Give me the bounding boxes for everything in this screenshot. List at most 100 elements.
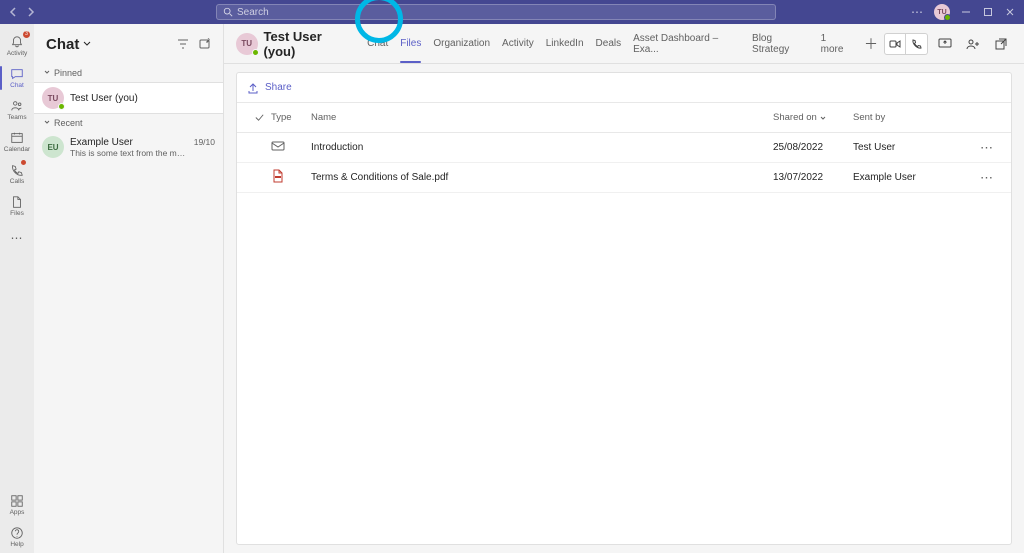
audio-call-button[interactable] xyxy=(906,33,928,55)
chat-item-name: Example User xyxy=(70,137,188,148)
bell-icon xyxy=(10,35,24,49)
phone-icon xyxy=(911,38,923,50)
add-people-icon xyxy=(966,37,980,51)
window-minimize-icon[interactable] xyxy=(960,6,972,18)
nav-back-icon[interactable] xyxy=(8,6,20,18)
rail-item-help[interactable]: Help xyxy=(0,521,34,553)
rail-label: Help xyxy=(10,541,23,548)
rail-item-chat[interactable]: Chat xyxy=(0,62,34,94)
search-box[interactable] xyxy=(216,4,776,20)
chat-item-recent[interactable]: EU Example User This is some text from t… xyxy=(34,132,223,162)
window-close-icon[interactable] xyxy=(1004,6,1016,18)
rail-item-files[interactable]: Files xyxy=(0,190,34,222)
file-name: Terms & Conditions of Sale.pdf xyxy=(311,172,773,183)
nav-forward-icon[interactable] xyxy=(24,6,36,18)
tab-files[interactable]: Files xyxy=(400,24,421,63)
files-panel: Share Type Name Shared on Sent by Introd… xyxy=(236,72,1012,545)
column-sent[interactable]: Sent by xyxy=(853,112,973,123)
teams-icon xyxy=(10,99,24,113)
share-screen-icon xyxy=(938,37,952,51)
chat-icon xyxy=(10,67,24,81)
column-name[interactable]: Name xyxy=(311,112,773,123)
rail-item-apps[interactable]: Apps xyxy=(0,489,34,521)
search-icon xyxy=(223,7,233,17)
rail-label: Apps xyxy=(10,509,25,516)
calendar-icon xyxy=(10,131,24,145)
new-chat-icon[interactable] xyxy=(199,38,211,50)
chat-header-avatar[interactable]: TU xyxy=(236,33,258,55)
row-more-button[interactable]: ⋯ xyxy=(973,140,1001,156)
window-maximize-icon[interactable] xyxy=(982,6,994,18)
titlebar-more-icon[interactable]: ⋯ xyxy=(911,5,924,19)
phone-icon xyxy=(10,163,24,177)
app-rail: 3 Activity Chat Teams Calendar Calls Fil… xyxy=(0,24,34,553)
chat-list-title[interactable]: Chat xyxy=(46,36,91,53)
mail-icon xyxy=(271,139,285,153)
rail-item-more[interactable]: ⋯ xyxy=(0,222,34,254)
rail-label: Chat xyxy=(10,82,24,89)
ellipsis-icon: ⋯ xyxy=(11,231,24,245)
rail-label: Activity xyxy=(7,50,28,57)
tab-organization[interactable]: Organization xyxy=(433,24,490,63)
calls-badge xyxy=(21,160,26,165)
avatar: EU xyxy=(42,136,64,158)
pdf-icon xyxy=(271,169,285,183)
chat-header: TU Test User (you) Chat Files Organizati… xyxy=(224,24,1024,64)
avatar: TU xyxy=(42,87,64,109)
tab-activity[interactable]: Activity xyxy=(502,24,534,63)
section-recent[interactable]: Recent xyxy=(34,114,223,132)
tab-asset-dashboard[interactable]: Asset Dashboard – Exa... xyxy=(633,24,740,63)
tab-chat[interactable]: Chat xyxy=(367,24,388,63)
row-more-button[interactable]: ⋯ xyxy=(973,170,1001,186)
rail-label: Teams xyxy=(7,114,26,121)
share-icon xyxy=(247,82,259,94)
chat-item-name: Test User (you) xyxy=(70,93,215,104)
add-tab-button[interactable]: ＋ xyxy=(864,34,878,54)
rail-label: Calls xyxy=(10,178,24,185)
popout-button[interactable] xyxy=(990,33,1012,55)
chevron-down-icon xyxy=(44,70,50,76)
user-avatar[interactable]: TU xyxy=(934,4,950,20)
table-row[interactable]: Terms & Conditions of Sale.pdf 13/07/202… xyxy=(237,163,1011,193)
files-table-header: Type Name Shared on Sent by xyxy=(237,103,1011,133)
popout-icon xyxy=(994,37,1008,51)
activity-badge: 3 xyxy=(23,31,30,38)
rail-item-calendar[interactable]: Calendar xyxy=(0,126,34,158)
video-icon xyxy=(889,38,901,50)
file-name: Introduction xyxy=(311,142,773,153)
add-people-button[interactable] xyxy=(962,33,984,55)
search-input[interactable] xyxy=(237,7,769,18)
check-icon[interactable] xyxy=(254,112,265,123)
chat-tabs: Chat Files Organization Activity LinkedI… xyxy=(367,24,878,63)
chevron-down-icon xyxy=(44,120,50,126)
filter-icon[interactable] xyxy=(177,38,189,50)
tab-deals[interactable]: Deals xyxy=(596,24,622,63)
share-screen-button[interactable] xyxy=(934,33,956,55)
chevron-down-icon xyxy=(83,40,91,48)
column-type[interactable]: Type xyxy=(271,112,311,123)
chat-header-name: Test User (you) xyxy=(264,29,356,59)
chat-list-panel: Chat Pinned TU Test User (you) Recent EU… xyxy=(34,24,224,553)
apps-icon xyxy=(10,494,24,508)
tab-linkedin[interactable]: LinkedIn xyxy=(546,24,584,63)
file-sent-by: Example User xyxy=(853,172,973,183)
title-bar: ⋯ TU xyxy=(0,0,1024,24)
file-sent-by: Test User xyxy=(853,142,973,153)
tab-blog-strategy[interactable]: Blog Strategy xyxy=(752,24,809,63)
sort-down-icon xyxy=(819,114,827,122)
rail-item-teams[interactable]: Teams xyxy=(0,94,34,126)
section-pinned[interactable]: Pinned xyxy=(34,64,223,82)
file-shared-date: 13/07/2022 xyxy=(773,172,853,183)
chat-item-self[interactable]: TU Test User (you) xyxy=(34,82,223,114)
files-icon xyxy=(10,195,24,209)
chat-item-preview: This is some text from the most recent m… xyxy=(70,148,188,158)
video-call-button[interactable] xyxy=(884,33,906,55)
table-row[interactable]: Introduction 25/08/2022 Test User ⋯ xyxy=(237,133,1011,163)
rail-item-calls[interactable]: Calls xyxy=(0,158,34,190)
rail-item-activity[interactable]: 3 Activity xyxy=(0,30,34,62)
share-button[interactable]: Share xyxy=(247,82,292,94)
chat-content: TU Test User (you) Chat Files Organizati… xyxy=(224,24,1024,553)
tab-more[interactable]: 1 more xyxy=(821,24,850,63)
help-icon xyxy=(10,526,24,540)
column-shared[interactable]: Shared on xyxy=(773,112,853,123)
